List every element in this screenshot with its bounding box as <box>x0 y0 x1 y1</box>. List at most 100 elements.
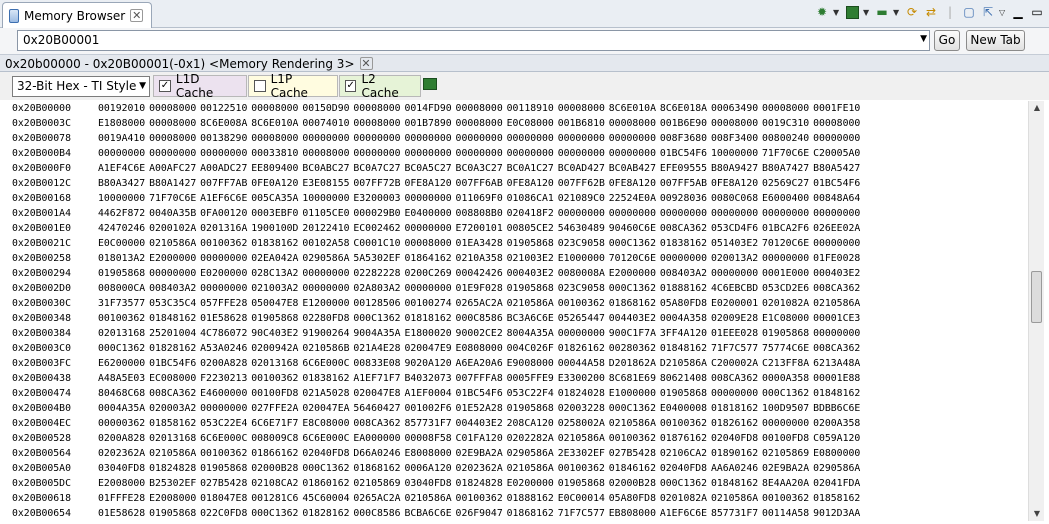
memory-word[interactable]: 01826162 <box>558 341 605 356</box>
memory-word[interactable]: 01BC54F6 <box>813 176 860 191</box>
memory-word[interactable]: 00192010 <box>98 101 145 116</box>
memory-word[interactable]: 02003228 <box>558 401 605 416</box>
memory-word[interactable]: E6200000 <box>98 356 145 371</box>
memory-word[interactable]: 001B6E90 <box>660 116 707 131</box>
memory-word[interactable]: 027B5428 <box>609 446 656 461</box>
memory-word[interactable]: 0001E000 <box>762 266 809 281</box>
checkbox-icon[interactable]: ✓ <box>159 80 171 92</box>
memory-word[interactable]: 00100274 <box>404 296 451 311</box>
memory-row[interactable]: 0x20B00348 00100362 01848162 01E58628 019058… <box>12 311 1027 326</box>
memory-word[interactable]: 8004A35A <box>507 326 554 341</box>
memory-word[interactable]: 0014FD90 <box>404 101 451 116</box>
memory-word[interactable]: 00000000 <box>353 146 400 161</box>
memory-word[interactable]: 00100362 <box>200 446 247 461</box>
l1p-cache-checkbox[interactable]: L1P Cache <box>248 72 338 100</box>
memory-word[interactable]: E2000000 <box>609 266 656 281</box>
memory-word[interactable]: 00074010 <box>302 116 349 131</box>
memory-word[interactable]: 007FF62B <box>558 176 605 191</box>
memory-word[interactable]: 00138290 <box>200 131 247 146</box>
memory-word[interactable]: 71F70C6E <box>149 191 196 206</box>
memory-word[interactable]: 00000000 <box>200 146 247 161</box>
memory-word[interactable]: E1808000 <box>98 116 145 131</box>
memory-word[interactable]: BC0AD427 <box>558 161 605 176</box>
memory-word[interactable]: 001B7890 <box>404 116 451 131</box>
go-button[interactable]: Go <box>934 30 960 51</box>
memory-word[interactable]: 007FF5AB <box>660 176 707 191</box>
memory-word[interactable]: 0210586A <box>507 296 554 311</box>
memory-word[interactable]: 8E4AA20A <box>762 476 809 491</box>
memory-word[interactable]: 00000000 <box>558 206 605 221</box>
memory-word[interactable]: 54630489 <box>558 221 605 236</box>
memory-word[interactable]: 00000000 <box>404 221 451 236</box>
memory-word[interactable]: 00000000 <box>762 416 809 431</box>
memory-word[interactable]: 00008000 <box>149 101 196 116</box>
memory-word[interactable]: 008CA362 <box>813 281 860 296</box>
memory-word[interactable]: 02E9BA2A <box>456 446 503 461</box>
memory-word[interactable]: 00000000 <box>404 191 451 206</box>
memory-word[interactable]: 2E3302EF <box>558 446 605 461</box>
memory-word[interactable]: 70120C6E <box>762 236 809 251</box>
memory-word[interactable]: BDBB6C6E <box>813 401 860 416</box>
memory-row[interactable]: 0x20B005DC E2008000 B25302EF 027B5428 02108C… <box>12 476 1027 491</box>
memory-word[interactable]: 00000000 <box>456 131 503 146</box>
memory-word[interactable]: 100D9507 <box>762 401 809 416</box>
memory-word[interactable]: E0200000 <box>507 476 554 491</box>
memory-word[interactable]: 01BC54F6 <box>660 146 707 161</box>
memory-word[interactable]: 208CA120 <box>507 416 554 431</box>
memory-word[interactable]: 02013168 <box>149 431 196 446</box>
memory-word[interactable]: E1800020 <box>404 326 451 341</box>
scroll-down-icon[interactable]: ▼ <box>1029 507 1045 521</box>
memory-word[interactable]: 00000000 <box>302 131 349 146</box>
memory-word[interactable]: 00008000 <box>353 116 400 131</box>
memory-word[interactable]: 000C1362 <box>609 401 656 416</box>
memory-word[interactable]: 00000000 <box>609 146 656 161</box>
memory-word[interactable]: 018013A2 <box>98 251 145 266</box>
memory-word[interactable]: 053C22F4 <box>507 386 554 401</box>
memory-word[interactable]: 026EE02A <box>813 221 860 236</box>
memory-word[interactable]: 02EA042A <box>251 251 298 266</box>
memory-word[interactable]: 02280FD8 <box>302 311 349 326</box>
memory-word[interactable]: 857731F7 <box>404 416 451 431</box>
memory-word[interactable]: 0200102A <box>149 221 196 236</box>
memory-word[interactable]: 0202362A <box>456 461 503 476</box>
memory-word[interactable]: 0200942A <box>251 341 298 356</box>
memory-word[interactable]: 4C786072 <box>200 326 247 341</box>
memory-word[interactable]: 01846162 <box>609 461 656 476</box>
memory-word[interactable]: 0290586A <box>813 461 860 476</box>
memory-word[interactable]: 00100FD8 <box>762 431 809 446</box>
memory-word[interactable]: 000C1362 <box>98 341 145 356</box>
memory-word[interactable]: 0019C310 <box>762 116 809 131</box>
memory-word[interactable]: E2008000 <box>149 491 196 506</box>
memory-word[interactable]: EB808000 <box>609 506 656 521</box>
memory-word[interactable]: 00000000 <box>711 206 758 221</box>
memory-word[interactable]: 01890162 <box>711 446 758 461</box>
memory-word[interactable]: 5A5302EF <box>353 251 400 266</box>
memory-word[interactable]: 0019A410 <box>98 131 145 146</box>
memory-word[interactable]: 00000000 <box>762 251 809 266</box>
memory-word[interactable]: 00000000 <box>711 386 758 401</box>
memory-word[interactable]: 0003EBF0 <box>251 206 298 221</box>
memory-word[interactable]: 6C6E71F7 <box>251 416 298 431</box>
memory-word[interactable]: 008CA362 <box>149 386 196 401</box>
memory-word[interactable]: 0210586A <box>149 236 196 251</box>
memory-word[interactable]: 008CA362 <box>711 371 758 386</box>
memory-row[interactable]: 0x20B003C0 000C1362 01828162 A53A0246 020094… <box>12 341 1027 356</box>
memory-word[interactable]: 008F3680 <box>660 131 707 146</box>
memory-word[interactable]: E0200001 <box>711 296 758 311</box>
memory-word[interactable]: 00000000 <box>762 206 809 221</box>
memory-word[interactable]: 00100FD8 <box>251 386 298 401</box>
memory-word[interactable]: 70120C6E <box>609 251 656 266</box>
memory-word[interactable]: 02106CA2 <box>660 446 707 461</box>
memory-word[interactable]: 02000B28 <box>609 476 656 491</box>
memory-word[interactable]: 31F73577 <box>98 296 145 311</box>
memory-word[interactable]: 00000000 <box>302 281 349 296</box>
memory-word[interactable]: 857731F7 <box>711 506 758 521</box>
memory-word[interactable]: 008F3400 <box>711 131 758 146</box>
memory-word[interactable]: C20005A0 <box>813 146 860 161</box>
memory-word[interactable]: 020003A2 <box>149 401 196 416</box>
memory-word[interactable]: 01860162 <box>302 476 349 491</box>
memory-word[interactable]: 000C1362 <box>302 461 349 476</box>
memory-word[interactable]: E0800000 <box>813 446 860 461</box>
memory-word[interactable]: 053C35C4 <box>149 296 196 311</box>
memory-word[interactable]: 00008000 <box>456 101 503 116</box>
